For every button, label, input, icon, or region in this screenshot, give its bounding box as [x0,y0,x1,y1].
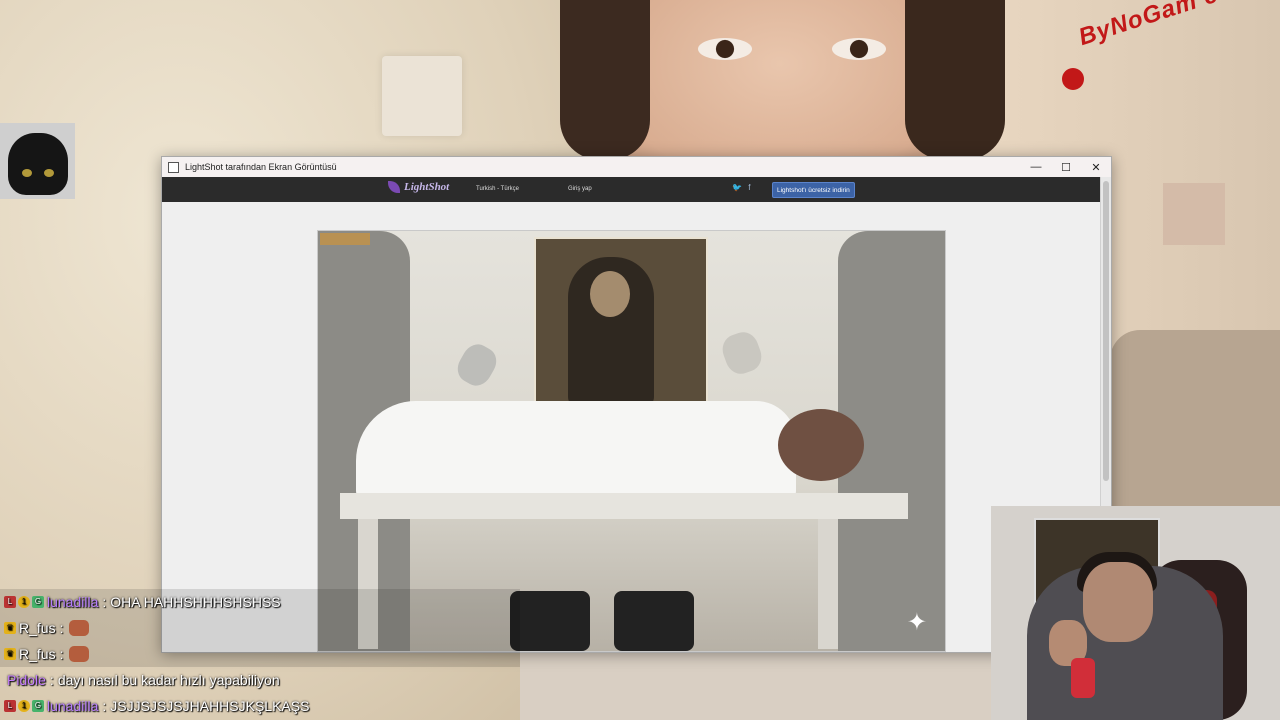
scene-bucket [614,591,694,651]
chat-username: Pidole [7,672,46,688]
chat-text: JSJJSJSJSJHAHHSJKŞLKAŞS [110,698,310,714]
chat-badges: L1G [4,596,44,608]
chat-badges: L1G [4,700,44,712]
scene-corner-thumbnail [320,233,370,245]
feather-icon [388,181,400,193]
lightshot-brand: LightShot [404,181,450,193]
background-light-switch [382,56,462,136]
logo-mark [1062,68,1084,90]
maximize-button[interactable]: ☐ [1051,157,1081,177]
chat-badges: ♛ [4,648,16,660]
scene-table-leg [818,519,838,649]
chat-username: R_fus [19,620,56,636]
chat-message: L 1 Glunadilla: JSJJSJSJSJHAHHSJKŞLKAŞS [0,693,520,719]
facebook-icon[interactable]: f [748,183,750,192]
scrollbar-thumb[interactable] [1103,181,1109,481]
scene-sheet [356,401,796,501]
chat-separator: : [59,620,64,636]
chat-message: ♛ R_fus: [0,615,520,641]
cat-thumbnail [0,123,75,199]
scene-poster [534,237,708,419]
channel-logo: ByNoGam e [1062,0,1242,98]
chat-separator: : [49,672,54,688]
background-object [1110,330,1280,510]
background-hair-right [905,0,1005,160]
background-eye-right [832,38,886,60]
app-icon [168,161,179,173]
download-button[interactable]: Lightshot'ı ücretsiz indirin [772,182,855,198]
close-button[interactable]: ✕ [1081,157,1111,177]
login-link[interactable]: Giriş yap [568,186,592,192]
chat-badge-icon: G [32,596,44,608]
language-selector[interactable]: Turkish - Türkçe [476,186,519,192]
chat-badge-icon: G [32,700,44,712]
chat-emote-icon [69,620,90,636]
chat-text: dayı nasıl bu kadar hızlı yapabiliyon [57,672,280,688]
social-links: 🐦 f [732,183,750,192]
chat-badges: ♛ [4,622,16,634]
poster-face [590,271,630,317]
cat-eye [44,169,54,177]
window-title: LightShot tarafından Ekran Görüntüsü [185,162,337,172]
chat-separator: : [102,594,107,610]
sparkle-icon: ✦ [906,609,927,636]
chat-overlay: L 1 Glunadilla: OHA HAHHSHHHSHSHSS ♛ R_fus: ♛ R… [0,589,520,719]
lightshot-logo[interactable]: LightShot [388,181,449,193]
chat-text: OHA HAHHSHHHSHSHSS [110,594,281,610]
lightshot-window: LightShot tarafından Ekran Görüntüsü — ☐… [161,156,1112,653]
chat-message: L 1 Glunadilla: OHA HAHHSHHHSHSHSS [0,589,520,615]
webcam-microphone [1071,658,1095,698]
scene-table [340,493,908,519]
chat-separator: : [59,646,64,662]
chat-message: Pidole: dayı nasıl bu kadar hızlı yapabil… [0,667,520,693]
chat-badge-icon: 1 [18,596,30,608]
chat-username: R_fus [19,646,56,662]
lightshot-header: LightShot Turkish - Türkçe Giriş yap 🐦 f… [162,177,1101,202]
chat-message: ♛ R_fus: [0,641,520,667]
twitter-icon[interactable]: 🐦 [732,183,742,192]
chat-badge-icon: ♛ [4,648,16,660]
scene-bucket [510,591,590,651]
minimize-button[interactable]: — [1021,157,1051,177]
background-eye-left [698,38,752,60]
chat-badge-icon: L [4,596,16,608]
chat-username: lunadilla [47,594,99,610]
download-label: Lightshot'ı ücretsiz indirin [777,186,850,194]
logo-text: ByNoGam e [1075,0,1222,52]
window-titlebar[interactable]: LightShot tarafından Ekran Görüntüsü — ☐… [162,157,1111,177]
chat-badge-icon: ♛ [4,622,16,634]
background-lower-area [520,650,1000,720]
chat-separator: : [102,698,107,714]
chat-badge-icon: L [4,700,16,712]
window-controls: — ☐ ✕ [1021,157,1111,177]
scene-head [778,409,864,481]
chat-badge-icon: 1 [18,700,30,712]
webcam-streamer-face [1083,562,1153,642]
chat-username: lunadilla [47,698,99,714]
cat-image [8,133,68,195]
webcam-overlay [991,506,1280,720]
background-hair-left [560,0,650,160]
background-square [1163,183,1225,245]
cat-eye [22,169,32,177]
chat-emote-icon [69,646,90,662]
